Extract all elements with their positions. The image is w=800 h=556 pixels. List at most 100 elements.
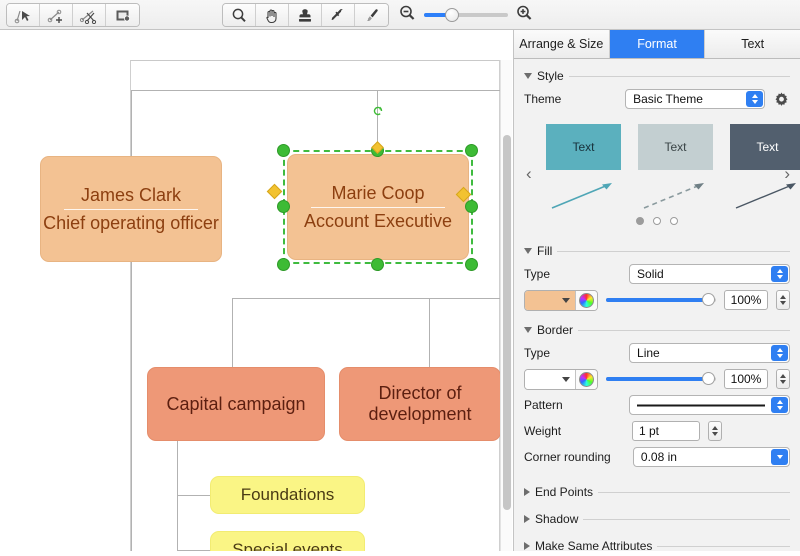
style-prev-button[interactable]: ‹ xyxy=(526,164,532,184)
node-divider xyxy=(64,208,198,210)
layers-tool[interactable] xyxy=(106,4,139,26)
connector-select-tool[interactable] xyxy=(7,4,40,26)
theme-select[interactable]: Basic Theme xyxy=(625,89,765,109)
fill-color-swatch xyxy=(525,290,575,310)
connector-line xyxy=(232,298,500,299)
border-weight-value[interactable]: 1 pt xyxy=(632,421,700,441)
panel-tabs: Arrange & Size Format Text xyxy=(514,30,800,59)
resize-handle[interactable] xyxy=(277,200,290,213)
node-title: Director of development xyxy=(368,383,472,424)
rotate-handle[interactable] xyxy=(372,104,384,116)
divider xyxy=(568,75,790,77)
pagination-dot[interactable] xyxy=(653,217,661,225)
canvas-scrollbar-thumb[interactable] xyxy=(503,135,511,510)
border-color-swatch xyxy=(525,369,575,389)
fill-opacity-slider[interactable] xyxy=(606,292,716,308)
divider xyxy=(578,329,790,331)
chevron-down-icon xyxy=(524,248,532,254)
corner-rounding-select[interactable]: 0.08 in xyxy=(632,447,790,467)
node-james-clark[interactable]: James Clark Chief operating officer xyxy=(40,156,222,262)
fill-color-picker[interactable] xyxy=(524,289,598,311)
section-header-style[interactable]: Style xyxy=(514,66,800,86)
zoom-slider-group xyxy=(398,4,536,26)
connector-add-tool[interactable] xyxy=(40,4,73,26)
divider xyxy=(557,250,790,252)
node-capital-campaign[interactable]: Capital campaign xyxy=(147,367,325,441)
selection-outline xyxy=(283,150,473,264)
border-weight-stepper[interactable] xyxy=(708,421,722,441)
zoom-slider[interactable] xyxy=(424,8,508,22)
connector-tool-group xyxy=(6,3,140,27)
chevron-down-icon xyxy=(771,449,788,465)
resize-handle[interactable] xyxy=(465,258,478,271)
theme-row: Theme Basic Theme xyxy=(514,86,800,112)
fill-opacity-value[interactable]: 100% xyxy=(724,290,768,310)
zoom-out-icon[interactable] xyxy=(398,4,417,27)
section-header-end-points[interactable]: End Points xyxy=(514,482,800,502)
border-opacity-value[interactable]: 100% xyxy=(724,369,768,389)
canvas-scrollbar[interactable] xyxy=(500,60,512,551)
style-arrow-2[interactable] xyxy=(638,176,713,214)
theme-label: Theme xyxy=(524,92,562,106)
resize-handle[interactable] xyxy=(277,258,290,271)
section-header-make-same-attributes[interactable]: Make Same Attributes xyxy=(514,536,800,556)
style-swatch-2[interactable]: Text xyxy=(638,124,713,170)
pagination-dot[interactable] xyxy=(636,217,644,225)
chevron-down-icon xyxy=(524,327,532,333)
border-pattern-select[interactable] xyxy=(629,395,790,415)
section-header-shadow[interactable]: Shadow xyxy=(514,509,800,529)
tab-format[interactable]: Format xyxy=(609,30,706,58)
style-swatch-1[interactable]: Text xyxy=(546,124,621,170)
fill-type-select[interactable]: Solid xyxy=(629,264,790,284)
style-next-button[interactable]: › xyxy=(784,164,790,184)
divider xyxy=(583,518,790,520)
fill-color-row: 100% xyxy=(514,287,800,313)
fill-opacity-stepper[interactable] xyxy=(776,290,790,310)
paintbrush-tool[interactable] xyxy=(355,4,388,26)
border-type-select[interactable]: Line xyxy=(629,343,790,363)
node-foundations[interactable]: Foundations xyxy=(210,476,365,514)
node-title: Foundations xyxy=(240,485,335,505)
stepper-arrows-icon xyxy=(771,266,788,282)
border-type-row: Type Line xyxy=(514,340,800,366)
chevron-right-icon xyxy=(524,515,530,523)
divider xyxy=(657,545,790,547)
border-opacity-slider[interactable] xyxy=(606,371,716,387)
pagination-dot[interactable] xyxy=(670,217,678,225)
color-wheel-icon[interactable] xyxy=(575,369,597,389)
style-arrow-1[interactable] xyxy=(546,176,621,214)
border-opacity-stepper[interactable] xyxy=(776,369,790,389)
resize-handle[interactable] xyxy=(465,144,478,157)
hand-tool[interactable] xyxy=(256,4,289,26)
border-color-picker[interactable] xyxy=(524,368,598,390)
section-header-border[interactable]: Border xyxy=(514,320,800,340)
style-pagination xyxy=(514,217,800,225)
resize-handle[interactable] xyxy=(277,144,290,157)
zoom-slider-knob[interactable] xyxy=(444,8,459,22)
node-special-events[interactable]: Special events xyxy=(210,531,365,551)
gear-icon[interactable] xyxy=(773,91,790,108)
zoom-in-icon[interactable] xyxy=(515,4,534,27)
chevron-right-icon xyxy=(524,542,530,550)
border-type-label: Type xyxy=(524,346,551,360)
tab-text[interactable]: Text xyxy=(705,30,800,58)
divider xyxy=(598,491,790,493)
section-label: Border xyxy=(537,323,574,337)
section-header-fill[interactable]: Fill xyxy=(514,241,800,261)
connector-line xyxy=(232,298,233,368)
resize-handle[interactable] xyxy=(465,200,478,213)
border-color-row: 100% xyxy=(514,366,800,392)
connector-cut-tool[interactable] xyxy=(73,4,106,26)
stamp-tool[interactable] xyxy=(289,4,322,26)
border-weight-label: Weight xyxy=(524,424,562,438)
color-wheel-icon[interactable] xyxy=(575,290,597,310)
diagram-canvas[interactable]: James Clark Chief operating officer Mari… xyxy=(0,30,512,551)
section-label: End Points xyxy=(535,485,594,499)
zoom-tool[interactable] xyxy=(223,4,256,26)
node-subtitle: Chief operating officer xyxy=(43,212,219,233)
eyedropper-tool[interactable] xyxy=(322,4,355,26)
tab-arrange-size[interactable]: Arrange & Size xyxy=(514,30,610,58)
resize-handle[interactable] xyxy=(371,258,384,271)
node-title: James Clark xyxy=(80,184,182,205)
node-director-of-development[interactable]: Director of development xyxy=(339,367,501,441)
